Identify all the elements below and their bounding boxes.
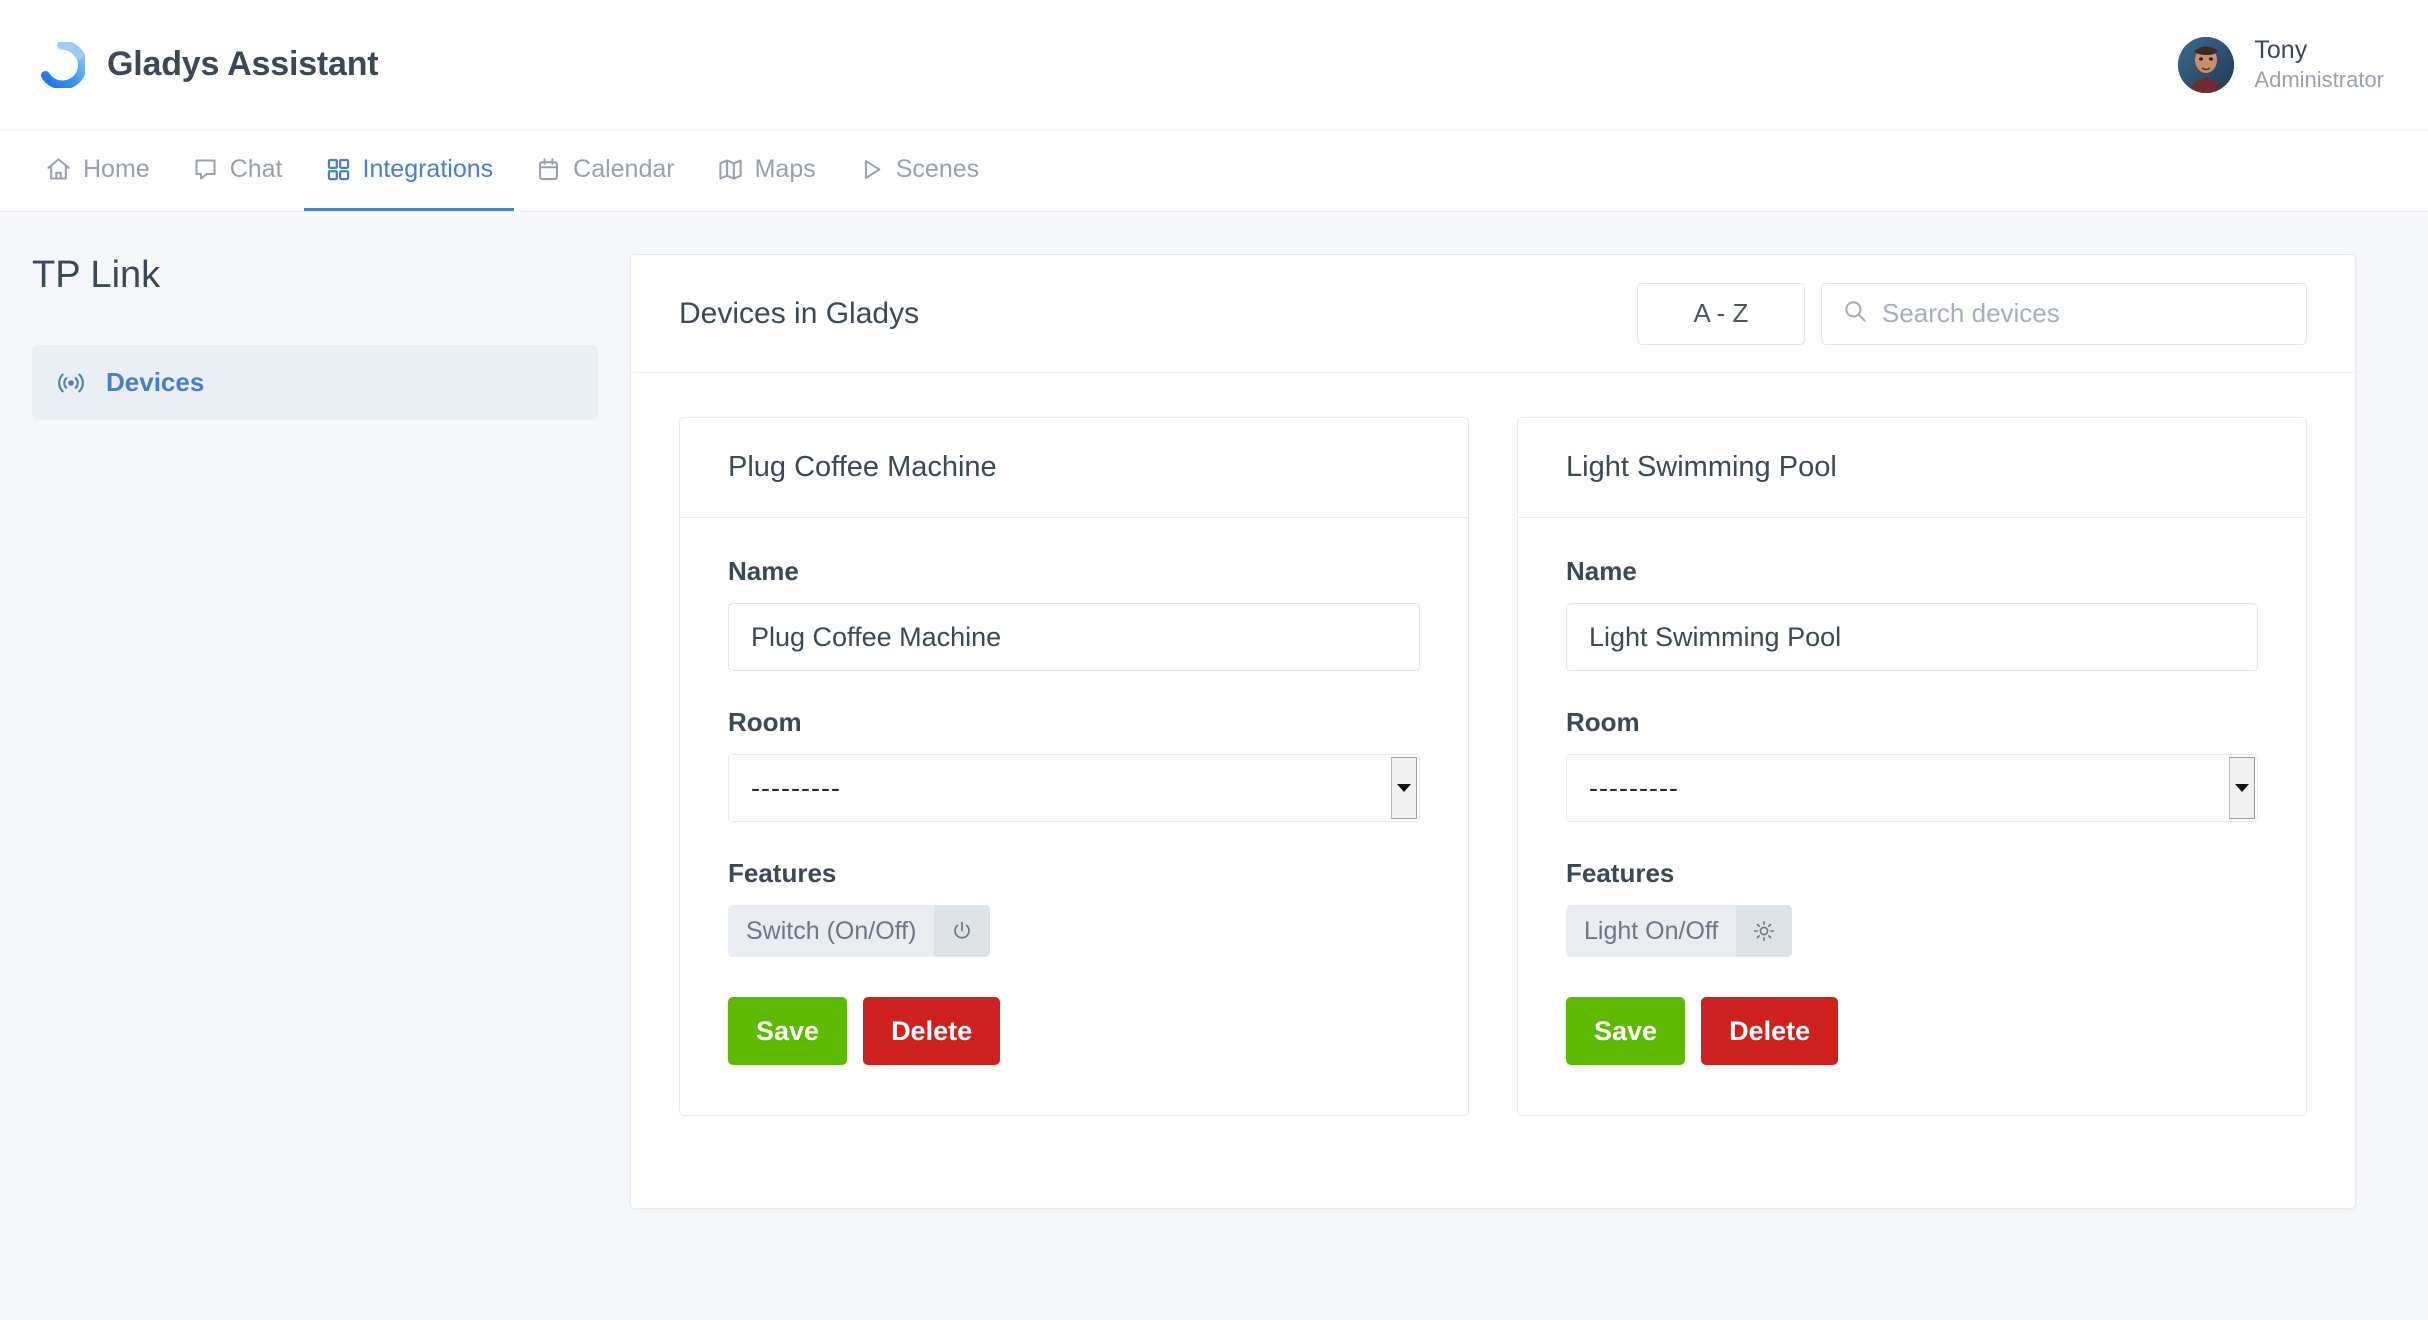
sidebar-item-devices[interactable]: Devices bbox=[32, 345, 598, 420]
device-card-body: Name Room --------- bbox=[680, 518, 1468, 1115]
nav-label-calendar: Calendar bbox=[573, 154, 675, 183]
page-title: Gladys Assistant bbox=[107, 45, 379, 83]
delete-button[interactable]: Delete bbox=[863, 997, 1001, 1065]
room-select-value: --------- bbox=[1589, 772, 1679, 803]
room-select[interactable]: --------- bbox=[728, 754, 1420, 822]
feature-badge-label: Switch (On/Off) bbox=[746, 916, 917, 945]
room-field-group: Room --------- bbox=[728, 707, 1420, 822]
device-card-body: Name Room --------- bbox=[1518, 518, 2306, 1115]
name-label: Name bbox=[728, 556, 799, 586]
nav-item-scenes[interactable]: Scenes bbox=[837, 130, 1000, 211]
gladys-ring-logo-icon bbox=[39, 39, 87, 89]
main-content: Devices in Gladys A - Z Plug Coffee M bbox=[630, 212, 2428, 1209]
search-icon bbox=[1842, 298, 1868, 329]
nav-label-scenes: Scenes bbox=[895, 154, 980, 183]
nav-item-calendar[interactable]: Calendar bbox=[514, 130, 695, 211]
panel-header: Devices in Gladys A - Z bbox=[631, 255, 2355, 373]
devices-panel: Devices in Gladys A - Z Plug Coffee M bbox=[630, 254, 2356, 1209]
map-icon bbox=[717, 156, 744, 183]
sidebar-title: TP Link bbox=[32, 254, 161, 296]
user-role: Administrator bbox=[2254, 67, 2384, 93]
device-card: Plug Coffee Machine Name Room --------- bbox=[679, 417, 1469, 1116]
feature-badge[interactable]: Light On/Off bbox=[1566, 905, 1793, 957]
nav-label-home: Home bbox=[83, 154, 150, 183]
avatar bbox=[2178, 36, 2235, 93]
home-icon bbox=[45, 156, 72, 183]
feature-badge-label: Light On/Off bbox=[1584, 916, 1719, 945]
features-group: Features Switch (On/Off) bbox=[728, 858, 1420, 957]
sort-az-button[interactable]: A - Z bbox=[1637, 282, 1805, 345]
nav-label-chat: Chat bbox=[229, 154, 283, 183]
card-actions: Save Delete bbox=[728, 997, 1420, 1065]
chat-bubble-icon bbox=[192, 156, 219, 183]
chevron-down-icon[interactable] bbox=[1391, 757, 1417, 819]
room-field-group: Room --------- bbox=[1566, 707, 2258, 822]
sun-brightness-icon bbox=[1736, 905, 1793, 957]
grid-squares-icon bbox=[325, 156, 352, 183]
chevron-down-icon[interactable] bbox=[2229, 757, 2255, 819]
name-input[interactable] bbox=[1566, 603, 2258, 671]
broadcast-signal-icon bbox=[56, 368, 86, 398]
calendar-icon bbox=[535, 156, 562, 183]
nav-label-maps: Maps bbox=[754, 154, 816, 183]
sidebar: TP Link Devices bbox=[0, 212, 630, 420]
device-card-title: Plug Coffee Machine bbox=[680, 418, 1468, 518]
device-card-title: Light Swimming Pool bbox=[1518, 418, 2306, 518]
top-header: Gladys Assistant Tony Administrator bbox=[0, 0, 2428, 130]
user-menu[interactable]: Tony Administrator bbox=[2178, 35, 2396, 94]
main-navigation: Home Chat Integrations Calendar Maps Sce… bbox=[0, 130, 2428, 212]
panel-body: Plug Coffee Machine Name Room --------- bbox=[631, 373, 2355, 1208]
name-field-group: Name bbox=[728, 556, 1420, 671]
play-triangle-icon bbox=[858, 156, 885, 183]
user-name: Tony bbox=[2254, 36, 2308, 65]
nav-item-integrations[interactable]: Integrations bbox=[303, 130, 515, 211]
panel-title: Devices in Gladys bbox=[679, 296, 920, 330]
save-button[interactable]: Save bbox=[728, 997, 848, 1065]
name-input[interactable] bbox=[728, 603, 1420, 671]
search-input[interactable] bbox=[1882, 298, 2286, 329]
features-group: Features Light On/Off bbox=[1566, 858, 2258, 957]
features-label: Features bbox=[728, 858, 837, 888]
nav-item-maps[interactable]: Maps bbox=[696, 130, 837, 211]
room-select[interactable]: --------- bbox=[1566, 754, 2258, 822]
name-field-group: Name bbox=[1566, 556, 2258, 671]
room-label: Room bbox=[728, 707, 802, 737]
features-label: Features bbox=[1566, 858, 1675, 888]
room-select-value: --------- bbox=[751, 772, 841, 803]
panel-header-controls: A - Z bbox=[1637, 282, 2307, 345]
nav-item-chat[interactable]: Chat bbox=[171, 130, 304, 211]
room-label: Room bbox=[1566, 707, 1640, 737]
sidebar-item-label-devices: Devices bbox=[106, 367, 205, 397]
nav-label-integrations: Integrations bbox=[362, 154, 494, 183]
power-icon bbox=[934, 905, 991, 957]
device-grid: Plug Coffee Machine Name Room --------- bbox=[679, 417, 2307, 1116]
nav-item-home[interactable]: Home bbox=[24, 130, 171, 211]
search-devices-box[interactable] bbox=[1821, 282, 2307, 345]
brand[interactable]: Gladys Assistant bbox=[32, 39, 379, 89]
card-actions: Save Delete bbox=[1566, 997, 2258, 1065]
name-label: Name bbox=[1566, 556, 1637, 586]
device-card: Light Swimming Pool Name Room --------- bbox=[1517, 417, 2307, 1116]
save-button[interactable]: Save bbox=[1566, 997, 1686, 1065]
delete-button[interactable]: Delete bbox=[1701, 997, 1839, 1065]
page-body: TP Link Devices Devices in Gladys A - Z bbox=[0, 212, 2428, 1320]
feature-badge[interactable]: Switch (On/Off) bbox=[728, 905, 991, 957]
